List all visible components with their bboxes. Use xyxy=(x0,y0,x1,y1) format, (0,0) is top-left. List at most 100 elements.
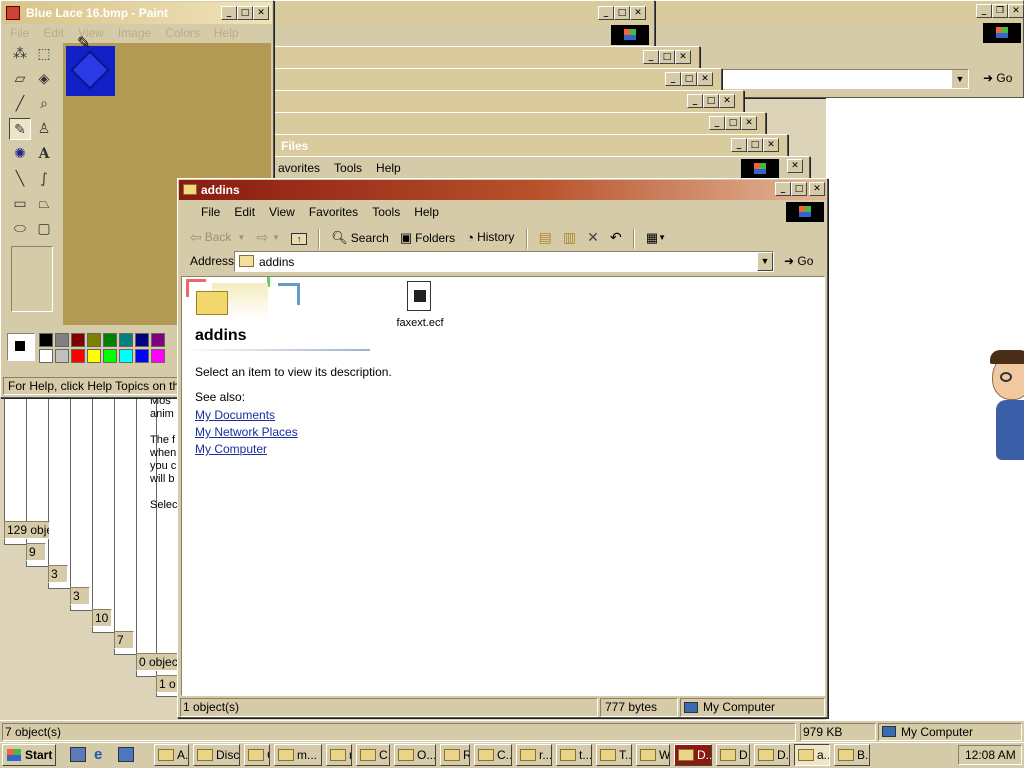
menu-tools[interactable]: Tools xyxy=(327,157,369,179)
taskbar-item[interactable]: O... xyxy=(394,744,436,766)
menu-image[interactable]: Image xyxy=(111,22,158,44)
link-my-network-places[interactable]: My Network Places xyxy=(195,424,298,441)
start-button[interactable]: Start xyxy=(2,744,56,766)
taskbar-item[interactable]: A... xyxy=(154,744,189,766)
menu-help[interactable]: Help xyxy=(369,157,408,179)
color-swatch[interactable] xyxy=(103,333,117,347)
taskbar-item[interactable]: m... xyxy=(326,744,352,766)
link-my-computer[interactable]: My Computer xyxy=(195,441,267,458)
maximize-button[interactable]: □ xyxy=(659,50,675,64)
line-icon[interactable]: ╲ xyxy=(9,168,31,190)
maximize-button[interactable]: □ xyxy=(791,182,807,196)
close-button[interactable]: ✕ xyxy=(1008,4,1024,18)
restore-button[interactable]: ❐ xyxy=(992,4,1008,18)
history-button[interactable]: ◔ History xyxy=(462,225,518,249)
color-swatch[interactable] xyxy=(135,333,149,347)
menu-view[interactable]: View xyxy=(262,201,302,223)
menu-favorites[interactable]: Favorites xyxy=(302,201,365,223)
menu-edit[interactable]: Edit xyxy=(227,201,262,223)
menu-help[interactable]: Help xyxy=(207,22,246,44)
close-button[interactable]: ✕ xyxy=(675,50,691,64)
close-button[interactable]: ✕ xyxy=(741,116,757,130)
color-swatch[interactable] xyxy=(135,349,149,363)
brush-icon[interactable]: ♙ xyxy=(33,118,55,140)
taskbar-item[interactable]: Disc... xyxy=(193,744,240,766)
color-swatch[interactable] xyxy=(71,349,85,363)
address-dropdown-icon[interactable]: ▼ xyxy=(757,252,773,271)
taskbar-item[interactable]: B... xyxy=(834,744,870,766)
taskbar-item[interactable]: m... xyxy=(274,744,322,766)
color-swatch[interactable] xyxy=(87,349,101,363)
close-button[interactable]: ✕ xyxy=(809,182,825,196)
minimize-button[interactable]: _ xyxy=(709,116,725,130)
fill-icon[interactable]: ◈ xyxy=(33,68,55,90)
color-swatch[interactable] xyxy=(71,333,85,347)
rounded-rect-icon[interactable]: ▢ xyxy=(33,218,55,240)
color-swatch[interactable] xyxy=(103,349,117,363)
ellipse-icon[interactable]: ⬭ xyxy=(9,218,31,240)
close-button[interactable]: ✕ xyxy=(253,6,269,20)
maximize-button[interactable]: □ xyxy=(725,116,741,130)
file-item[interactable]: faxext.ecf xyxy=(392,279,448,331)
current-colors[interactable] xyxy=(7,333,35,361)
maximize-button[interactable]: □ xyxy=(681,72,697,86)
maximize-button[interactable]: □ xyxy=(237,6,253,20)
taskbar-item[interactable]: T... xyxy=(596,744,632,766)
move-to-button[interactable]: ▤ xyxy=(535,225,556,249)
taskbar-item[interactable]: R... xyxy=(440,744,470,766)
menu-file[interactable]: File xyxy=(194,201,227,223)
taskbar-item[interactable]: W... xyxy=(636,744,670,766)
rect-select-icon[interactable]: ⬚ xyxy=(33,43,55,65)
curve-icon[interactable]: ∫ xyxy=(33,168,55,190)
up-folder-button[interactable]: ↑ xyxy=(287,227,311,251)
address-input[interactable]: addins ▼ xyxy=(234,251,774,272)
back-address-input[interactable]: ▼ xyxy=(719,69,969,89)
close-button[interactable]: ✕ xyxy=(763,138,779,152)
minimize-button[interactable]: _ xyxy=(221,6,237,20)
taskbar-item[interactable]: D... xyxy=(754,744,790,766)
taskbar-item[interactable]: D... xyxy=(674,744,712,766)
go-button[interactable]: ➜ Go xyxy=(784,254,813,268)
maximize-button[interactable]: □ xyxy=(614,6,630,20)
forward-button[interactable]: ⇨ ▼ xyxy=(252,225,284,249)
color-swatch[interactable] xyxy=(87,333,101,347)
dropdown-arrow-icon[interactable]: ▼ xyxy=(952,70,968,88)
eraser-icon[interactable]: ▱ xyxy=(9,68,31,90)
show-desktop-icon[interactable] xyxy=(70,747,86,762)
rectangle-icon[interactable]: ▭ xyxy=(9,193,31,215)
close-button[interactable]: ✕ xyxy=(787,159,803,173)
menu-colors[interactable]: Colors xyxy=(158,22,207,44)
minimize-button[interactable]: _ xyxy=(731,138,747,152)
paint-canvas[interactable] xyxy=(66,46,115,96)
link-my-documents[interactable]: My Documents xyxy=(195,407,275,424)
back-go-button[interactable]: ➜ Go xyxy=(983,71,1012,85)
back-button[interactable]: ⇦ Back ▼ xyxy=(186,225,249,249)
eyedropper-icon[interactable]: ╱ xyxy=(9,93,31,115)
magnifier-icon[interactable]: ⌕ xyxy=(33,93,55,115)
menu-favorites[interactable]: avorites xyxy=(271,157,327,179)
delete-button[interactable]: ✕ xyxy=(583,225,603,249)
views-button[interactable]: ▦ ▼ xyxy=(642,226,670,250)
pencil-icon[interactable]: ✎ xyxy=(9,118,31,140)
menu-file[interactable]: File xyxy=(3,22,36,44)
outlook-express-icon[interactable] xyxy=(118,747,134,762)
color-swatch[interactable] xyxy=(55,333,69,347)
minimize-button[interactable]: _ xyxy=(687,94,703,108)
taskbar-item[interactable]: D... xyxy=(716,744,750,766)
minimize-button[interactable]: _ xyxy=(976,4,992,18)
menu-help[interactable]: Help xyxy=(407,201,446,223)
internet-explorer-icon[interactable]: e xyxy=(94,746,102,763)
close-button[interactable]: ✕ xyxy=(697,72,713,86)
taskbar-item[interactable]: C... xyxy=(244,744,270,766)
minimize-button[interactable]: _ xyxy=(665,72,681,86)
taskbar-item[interactable]: a... xyxy=(794,744,830,766)
text-icon[interactable]: A xyxy=(33,143,55,165)
airbrush-icon[interactable]: ✺ xyxy=(9,143,31,165)
color-swatch[interactable] xyxy=(119,333,133,347)
tool-options-box[interactable] xyxy=(11,246,53,312)
color-swatch[interactable] xyxy=(151,333,165,347)
taskbar-item[interactable]: C... xyxy=(356,744,390,766)
menu-edit[interactable]: Edit xyxy=(36,22,71,44)
color-swatch[interactable] xyxy=(39,333,53,347)
minimize-button[interactable]: _ xyxy=(775,182,791,196)
